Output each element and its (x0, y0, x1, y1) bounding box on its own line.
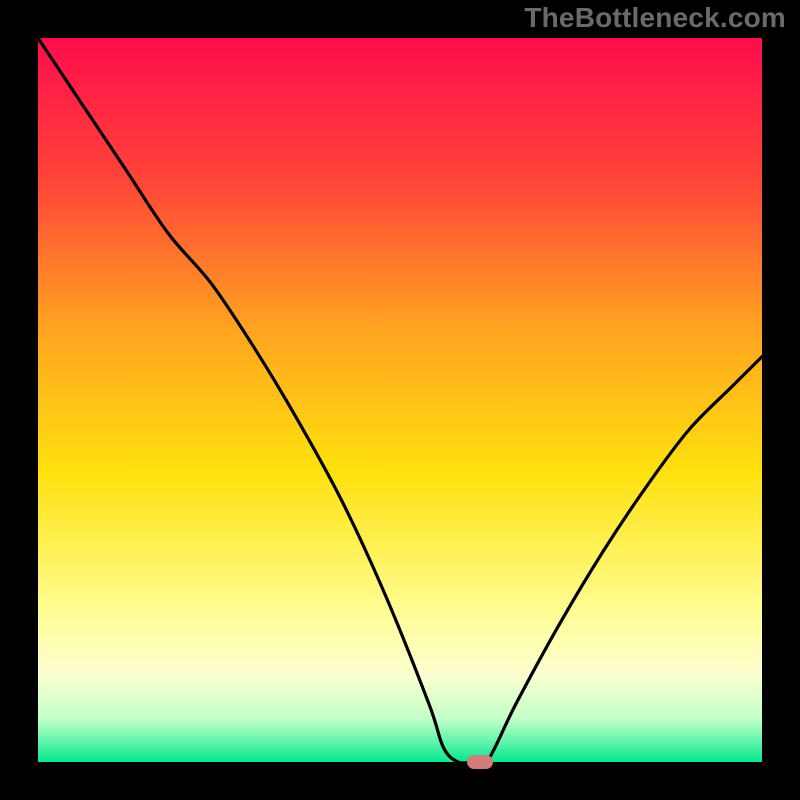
chart-frame: TheBottleneck.com (0, 0, 800, 800)
current-position-marker (467, 755, 493, 769)
watermark-text: TheBottleneck.com (524, 2, 786, 34)
chart-plot-area (38, 38, 762, 762)
chart-svg (38, 38, 762, 762)
gradient-background (38, 38, 762, 762)
